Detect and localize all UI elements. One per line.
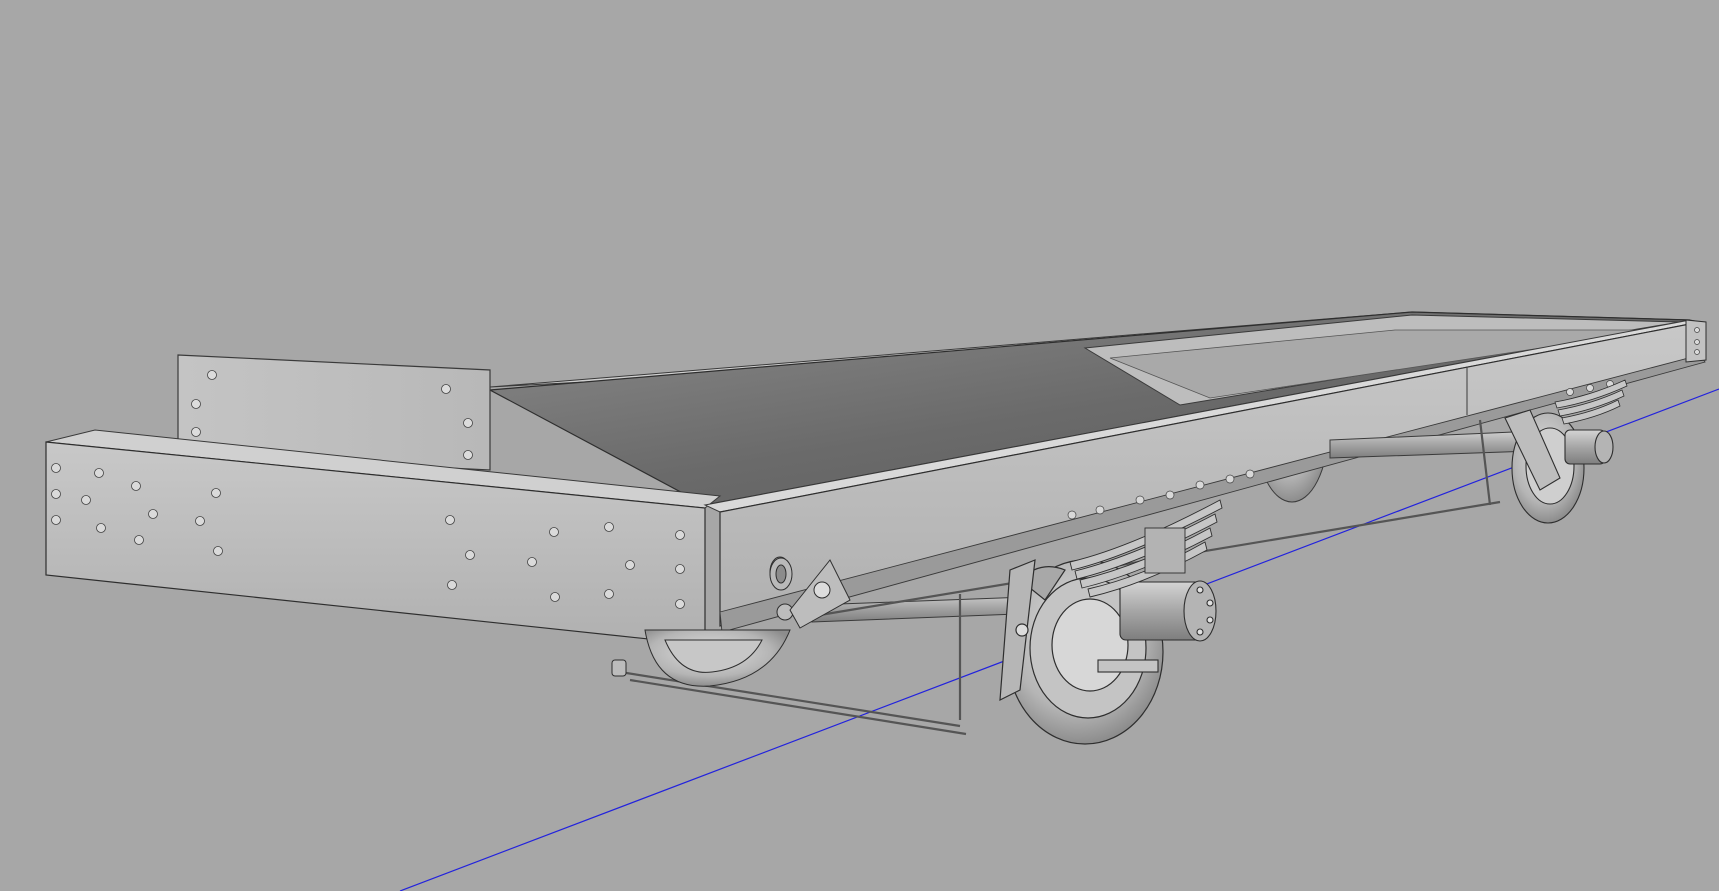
viewport-canvas[interactable]: [0, 0, 1719, 891]
far-end-rivets: [1694, 327, 1700, 355]
3d-viewport[interactable]: [0, 0, 1719, 891]
wheelset-rear-far: [1504, 409, 1614, 524]
coupling-eye: [769, 557, 793, 591]
